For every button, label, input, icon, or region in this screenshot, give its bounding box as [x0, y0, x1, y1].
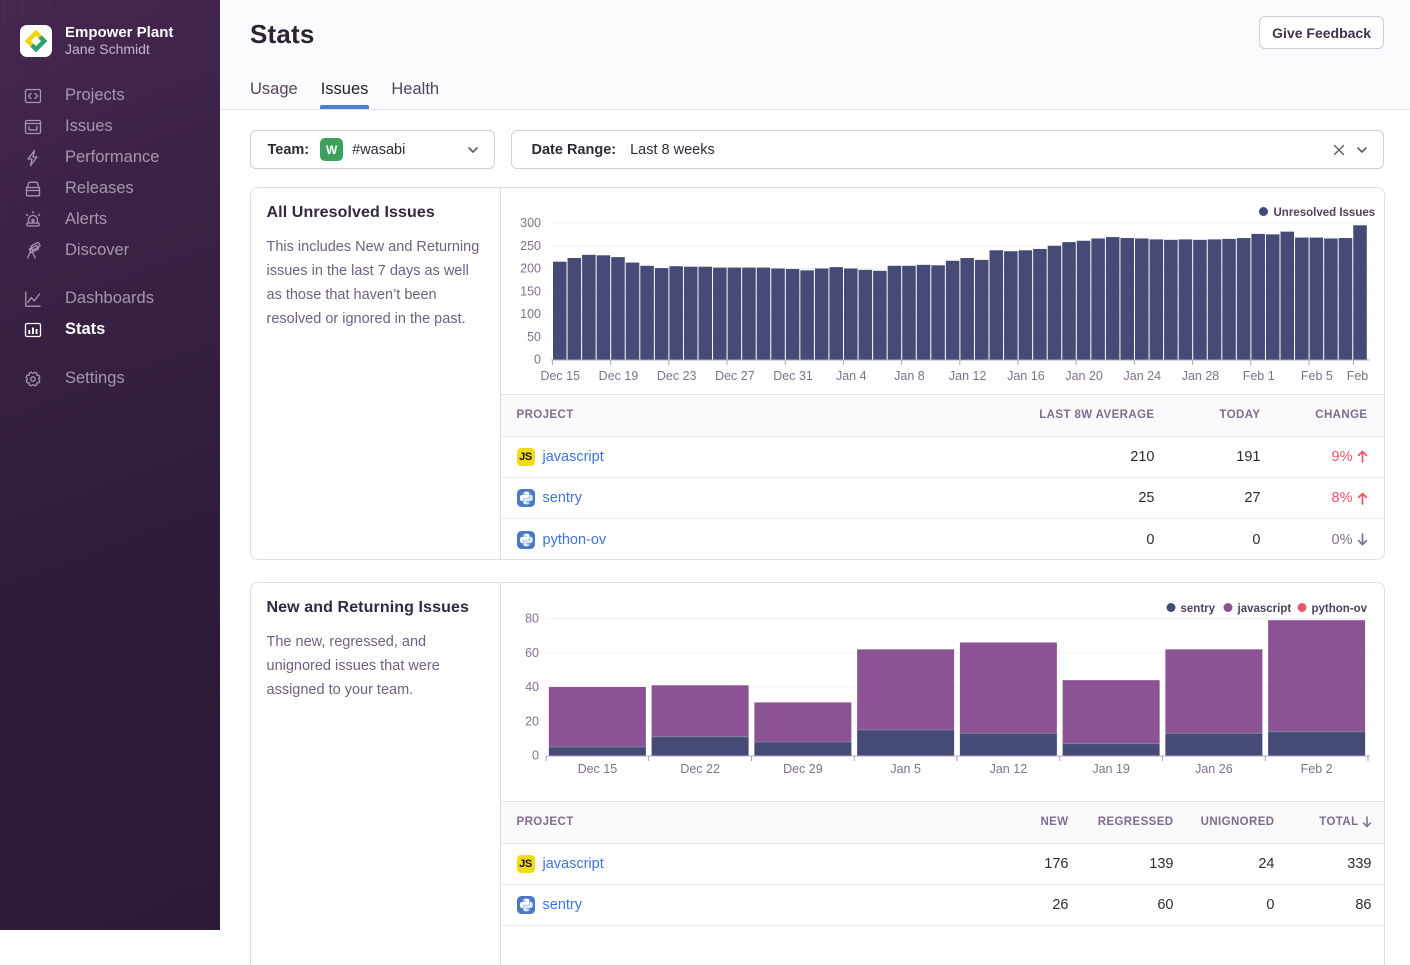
- svg-text:Feb 2: Feb 2: [1300, 762, 1332, 776]
- svg-text:0: 0: [534, 353, 541, 367]
- svg-text:150: 150: [520, 284, 541, 298]
- svg-text:Feb: Feb: [1346, 369, 1368, 383]
- svg-text:Jan 12: Jan 12: [989, 762, 1027, 776]
- svg-text:Dec 15: Dec 15: [577, 762, 617, 776]
- svg-text:80: 80: [525, 612, 539, 626]
- svg-text:60: 60: [525, 646, 539, 660]
- svg-text:Feb 1: Feb 1: [1242, 369, 1274, 383]
- svg-text:python-ov: python-ov: [1311, 603, 1367, 615]
- svg-text:Jan 20: Jan 20: [1065, 369, 1103, 383]
- svg-text:Jan 19: Jan 19: [1092, 762, 1130, 776]
- svg-text:40: 40: [525, 680, 539, 694]
- svg-text:javascript: javascript: [1236, 603, 1291, 615]
- svg-text:20: 20: [525, 714, 539, 728]
- svg-text:Dec 29: Dec 29: [783, 762, 823, 776]
- svg-text:Dec 22: Dec 22: [680, 762, 720, 776]
- svg-text:Dec 31: Dec 31: [773, 369, 813, 383]
- svg-text:Jan 8: Jan 8: [894, 369, 925, 383]
- svg-text:Jan 28: Jan 28: [1181, 369, 1219, 383]
- svg-text:sentry: sentry: [1180, 603, 1215, 615]
- svg-text:200: 200: [520, 262, 541, 276]
- svg-text:Jan 16: Jan 16: [1007, 369, 1045, 383]
- svg-text:Jan 4: Jan 4: [835, 369, 866, 383]
- svg-text:Jan 5: Jan 5: [890, 762, 921, 776]
- svg-text:0: 0: [532, 749, 539, 763]
- svg-text:Dec 15: Dec 15: [540, 369, 580, 383]
- svg-text:Dec 19: Dec 19: [598, 369, 638, 383]
- svg-text:Jan 24: Jan 24: [1123, 369, 1161, 383]
- svg-text:100: 100: [520, 307, 541, 321]
- svg-text:250: 250: [520, 239, 541, 253]
- svg-text:Feb 5: Feb 5: [1300, 369, 1332, 383]
- svg-text:Jan 26: Jan 26: [1195, 762, 1233, 776]
- svg-text:Dec 27: Dec 27: [715, 369, 755, 383]
- svg-text:Unresolved Issues: Unresolved Issues: [1273, 207, 1375, 219]
- svg-text:300: 300: [520, 216, 541, 230]
- svg-text:50: 50: [527, 330, 541, 344]
- svg-text:Dec 23: Dec 23: [656, 369, 696, 383]
- svg-text:Jan 12: Jan 12: [948, 369, 986, 383]
